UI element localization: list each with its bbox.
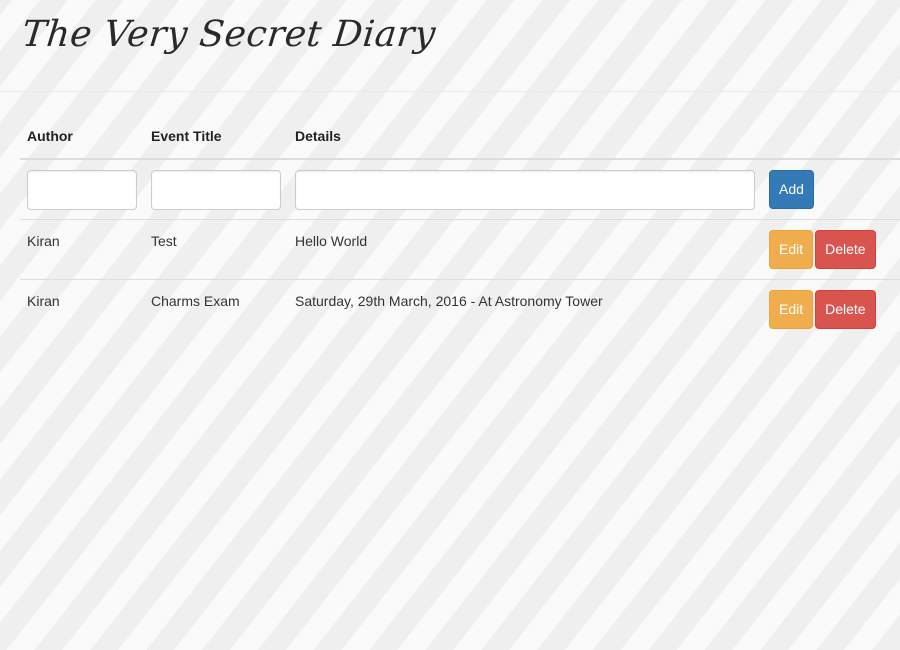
event-title-column-header: Event Title xyxy=(144,112,288,160)
add-button[interactable]: Add xyxy=(769,170,814,209)
author-column-header: Author xyxy=(20,112,144,160)
table-header-row: Author Event Title Details xyxy=(20,112,900,160)
table-row: Kiran Charms Exam Saturday, 29th March, … xyxy=(20,278,900,339)
row-event-title: Test xyxy=(144,218,288,279)
title-divider xyxy=(0,91,900,92)
author-input-cell xyxy=(20,159,144,219)
delete-button[interactable]: Delete xyxy=(815,229,876,269)
row-author: Kiran xyxy=(20,278,144,339)
details-column-header: Details xyxy=(288,112,762,160)
event-title-input-cell xyxy=(144,159,288,219)
row-actions: Edit Delete xyxy=(762,278,900,339)
actions-column-header xyxy=(762,112,900,160)
author-input[interactable] xyxy=(27,170,137,210)
row-details: Saturday, 29th March, 2016 - At Astronom… xyxy=(288,278,762,339)
details-input-cell xyxy=(288,159,762,219)
row-actions: Edit Delete xyxy=(762,218,900,279)
row-author: Kiran xyxy=(20,218,144,279)
page-title: The Very Secret Diary xyxy=(20,14,438,55)
edit-button[interactable]: Edit xyxy=(769,229,814,269)
new-entry-row: Add xyxy=(20,159,900,219)
diary-table: Author Event Title Details Add Kiran Tes… xyxy=(20,112,900,339)
row-event-title: Charms Exam xyxy=(144,278,288,339)
delete-button[interactable]: Delete xyxy=(815,289,876,329)
row-details: Hello World xyxy=(288,218,762,279)
diary-page: The Very Secret Diary Author Event Title… xyxy=(0,0,900,650)
add-action-cell: Add xyxy=(762,159,900,219)
event-title-input[interactable] xyxy=(151,170,281,210)
table-row: Kiran Test Hello World Edit Delete xyxy=(20,218,900,279)
details-input[interactable] xyxy=(295,170,755,210)
edit-button[interactable]: Edit xyxy=(769,289,814,329)
